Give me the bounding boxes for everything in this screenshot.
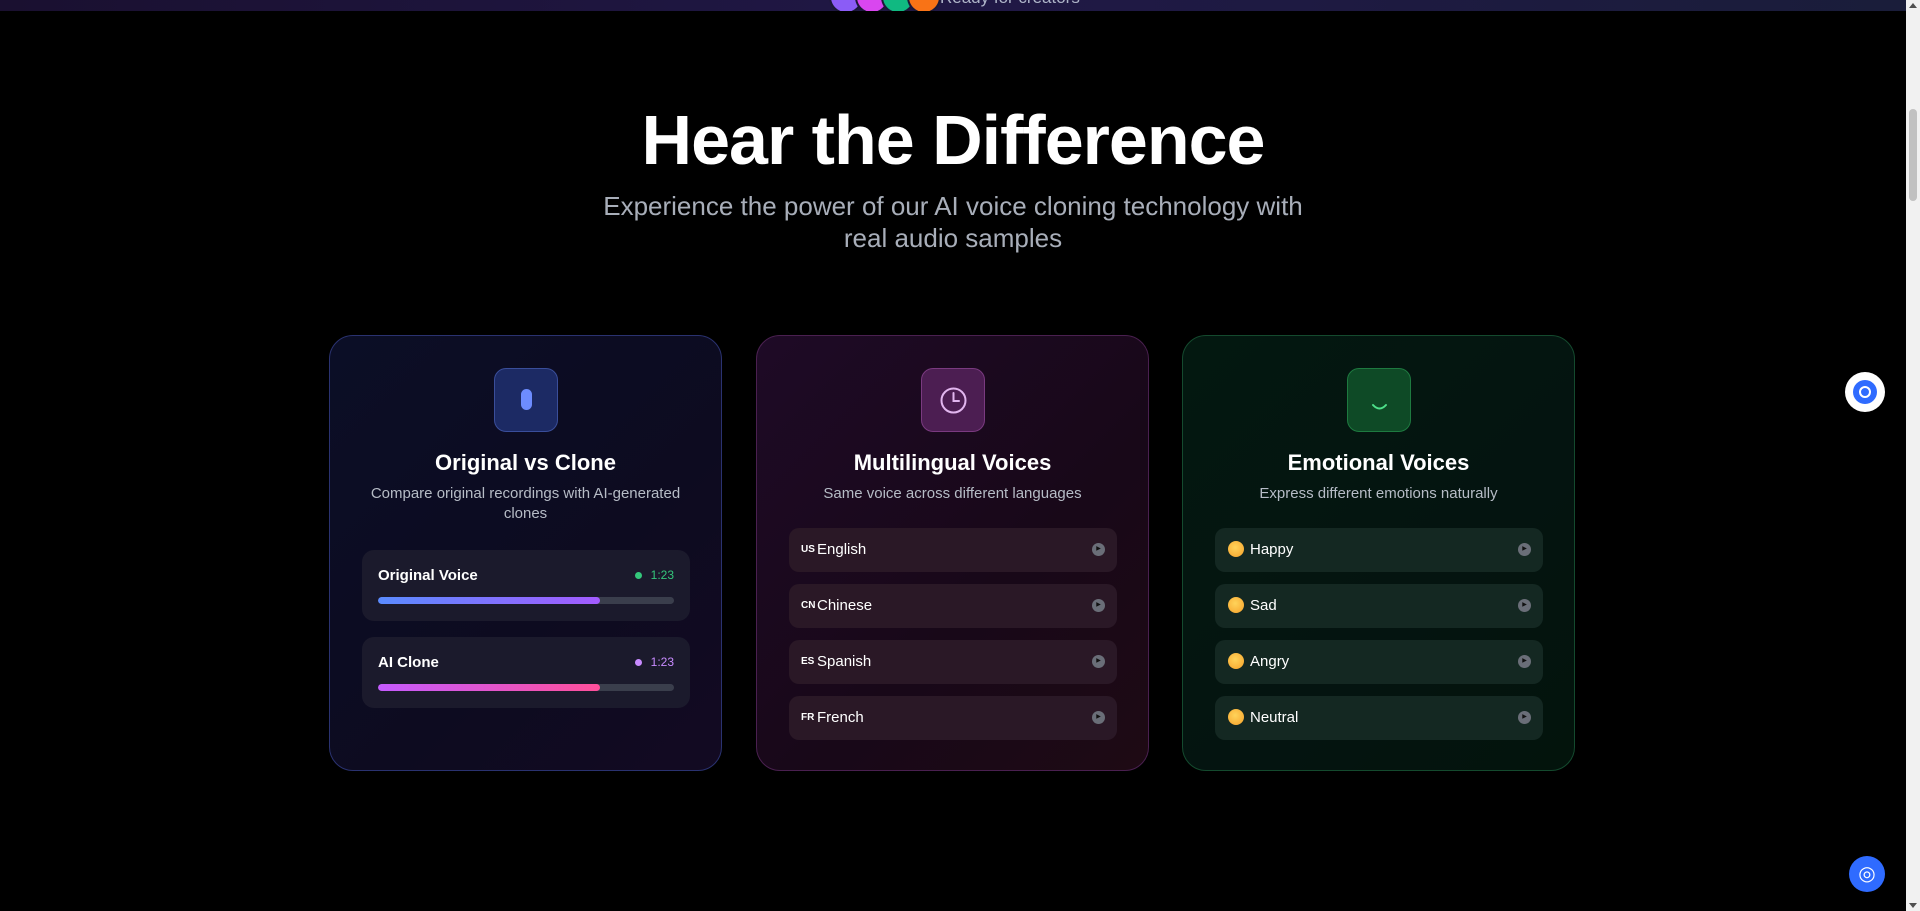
target-help-icon[interactable]: ◎ [1849,856,1885,892]
play-icon[interactable]: ▶ [1092,655,1105,668]
scroll-up-icon[interactable] [1909,3,1917,8]
play-icon[interactable]: ▶ [1092,711,1105,724]
language-label: English [817,541,867,558]
play-icon[interactable]: ▶ [1518,599,1531,612]
play-icon[interactable]: ▶ [1518,711,1531,724]
scroll-down-icon[interactable] [1909,903,1917,908]
original-voice-player[interactable]: Original Voice 1:23 [362,550,690,621]
card-description: Same voice across different languages [823,485,1082,502]
player-duration: 1:23 [650,568,674,582]
happy-face-icon [1228,541,1244,557]
emotion-item-angry[interactable]: Angry ▶ [1215,640,1543,684]
clock-icon [921,368,985,432]
language-item-spanish[interactable]: ES Spanish ▶ [789,640,1117,684]
section-title: Hear the Difference [641,101,1266,179]
banner-tagline: Ready for creators [940,0,1080,8]
status-dot [635,572,642,579]
neutral-face-icon [1228,709,1244,725]
emotional-voices-card: Emotional Voices Express different emoti… [1182,335,1575,771]
language-label: Chinese [817,597,873,614]
play-icon[interactable]: ▶ [1518,655,1531,668]
smile-icon [1347,368,1411,432]
status-dot [635,659,642,666]
emotion-item-sad[interactable]: Sad ▶ [1215,584,1543,628]
progress-fill [378,597,600,604]
progress-fill [378,684,600,691]
flag-us-icon: US [801,544,815,555]
top-banner: Ready for creators [0,0,1906,11]
play-icon[interactable]: ▶ [1092,543,1105,556]
language-item-english[interactable]: US English ▶ [789,528,1117,572]
card-description: Express different emotions naturally [1259,485,1498,502]
microphone-icon [494,368,558,432]
page-scrollbar[interactable] [1906,0,1920,911]
player-duration: 1:23 [650,655,674,669]
multilingual-voices-card: Multilingual Voices Same voice across di… [756,335,1149,771]
player-label: AI Clone [378,654,439,671]
language-item-chinese[interactable]: CN Chinese ▶ [789,584,1117,628]
language-label: French [817,709,864,726]
language-label: Spanish [817,653,872,670]
flag-cn-icon: CN [801,600,816,611]
emotion-item-happy[interactable]: Happy ▶ [1215,528,1543,572]
flag-es-icon: ES [801,656,815,667]
ai-clone-player[interactable]: AI Clone 1:23 [362,637,690,708]
progress-track[interactable] [378,684,674,691]
chat-widget-inner [1853,380,1877,404]
play-icon[interactable]: ▶ [1092,599,1105,612]
emotion-label: Happy [1250,541,1294,558]
language-item-french[interactable]: FR French ▶ [789,696,1117,740]
sad-face-icon [1228,597,1244,613]
emotion-label: Neutral [1250,709,1299,726]
emotion-item-neutral[interactable]: Neutral ▶ [1215,696,1543,740]
card-description: Compare original recordings with AI-gene… [370,485,681,522]
card-title: Emotional Voices [1287,450,1470,475]
original-vs-clone-card: Original vs Clone Compare original recor… [329,335,722,771]
progress-track[interactable] [378,597,674,604]
emotion-label: Sad [1250,597,1277,614]
section-subtitle: Experience the power of our AI voice clo… [603,191,1303,253]
emotion-label: Angry [1250,653,1290,670]
chat-widget-icon[interactable] [1845,372,1885,412]
angry-face-icon [1228,653,1244,669]
avatar-group [829,0,941,11]
play-icon[interactable]: ▶ [1518,543,1531,556]
card-title: Original vs Clone [435,450,616,475]
flag-fr-icon: FR [801,712,815,723]
card-title: Multilingual Voices [853,450,1052,475]
avatar [907,0,941,11]
scrollbar-thumb[interactable] [1909,109,1917,201]
player-label: Original Voice [378,567,478,584]
